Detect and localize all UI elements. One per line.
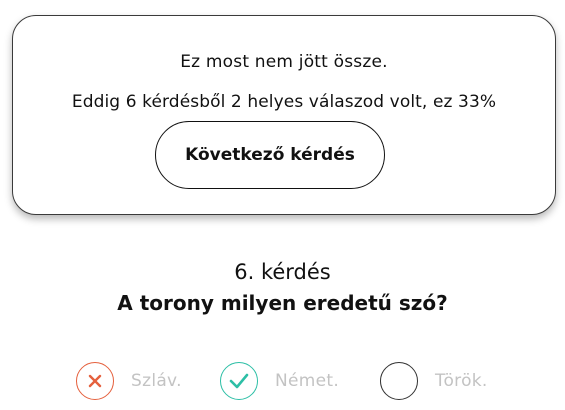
check-icon (229, 373, 249, 389)
feedback-message: Ez most nem jött össze. (180, 52, 388, 72)
answer-option-3-indicator (380, 362, 418, 400)
score-message: Eddig 6 kérdésből 2 helyes válaszod volt… (71, 92, 497, 112)
answer-option-3[interactable]: Török. (380, 360, 488, 402)
answer-option-2[interactable]: Német. (220, 360, 339, 402)
question-number: 6. kérdés (234, 260, 331, 284)
answer-option-1[interactable]: Szláv. (76, 360, 182, 402)
feedback-card: Ez most nem jött össze. Eddig 6 kérdésbő… (12, 15, 556, 215)
answer-option-2-label: Német. (275, 371, 340, 391)
answer-option-3-label: Török. (435, 371, 488, 391)
question-text: A torony milyen eredetű szó? (117, 291, 448, 315)
answer-option-1-label: Szláv. (131, 371, 182, 391)
answer-option-2-indicator (220, 362, 258, 400)
next-question-button[interactable]: Következő kérdés (155, 121, 385, 189)
x-icon (88, 374, 102, 388)
answer-option-1-indicator (76, 362, 114, 400)
quiz-page: Ez most nem jött össze. Eddig 6 kérdésbő… (0, 0, 565, 410)
